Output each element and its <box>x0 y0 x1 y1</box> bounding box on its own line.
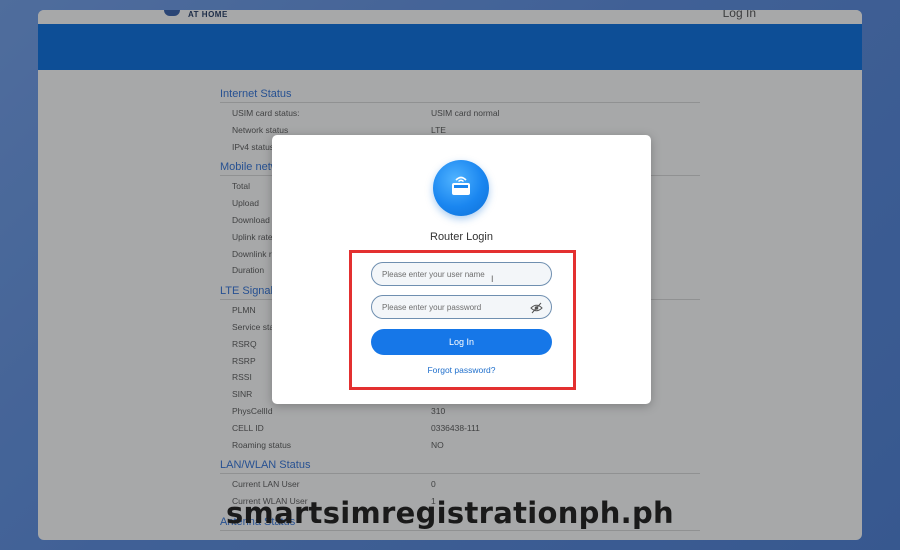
watermark-text: smartsimregistrationph.ph <box>226 496 674 530</box>
router-login-dialog: Router Login I Log In Forgot password? <box>272 135 651 404</box>
hide-password-icon[interactable] <box>530 301 543 314</box>
username-input[interactable] <box>371 262 552 286</box>
forgot-password-link[interactable]: Forgot password? <box>272 365 651 375</box>
router-icon <box>433 160 489 216</box>
password-input[interactable] <box>371 295 552 319</box>
login-button[interactable]: Log In <box>371 329 552 355</box>
dialog-title: Router Login <box>430 231 493 243</box>
